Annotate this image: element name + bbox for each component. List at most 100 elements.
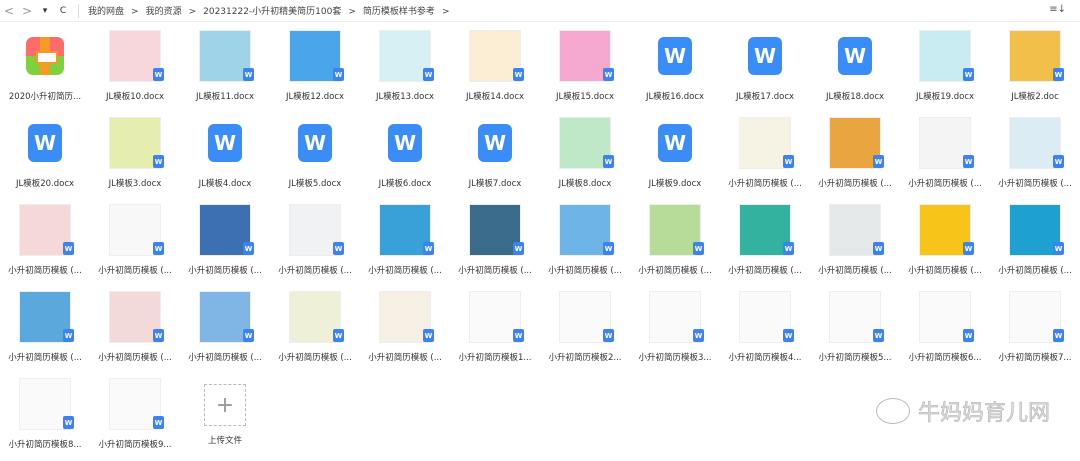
file-name: 小升初简历模板2...	[548, 353, 622, 363]
word-badge-icon: W	[963, 329, 974, 342]
forward-button[interactable]: >	[18, 4, 36, 18]
file-item[interactable]: W JL模板17.docx	[720, 26, 810, 113]
file-item[interactable]: W JL模板15.docx	[540, 26, 630, 113]
file-item[interactable]: W 小升初简历模板 (...	[630, 200, 720, 287]
file-icon: W	[649, 30, 701, 82]
breadcrumb-item[interactable]: 我的资源	[143, 7, 185, 17]
file-name: 小升初简历模板 (...	[188, 353, 262, 363]
file-item[interactable]: W JL模板10.docx	[90, 26, 180, 113]
breadcrumb-item[interactable]: 我的网盘	[85, 7, 127, 17]
file-name: 小升初简历模板 (...	[368, 353, 442, 363]
file-name: 2020小升初简历...	[8, 92, 82, 102]
file-name: JL模板11.docx	[195, 92, 255, 102]
file-item[interactable]: W 小升初简历模板 (...	[720, 113, 810, 200]
file-item[interactable]: W JL模板7.docx	[450, 113, 540, 200]
back-button[interactable]: <	[0, 4, 18, 18]
file-item[interactable]: W JL模板4.docx	[180, 113, 270, 200]
file-name: 小升初简历模板 (...	[278, 266, 352, 276]
file-item[interactable]: W 小升初简历模板 (...	[540, 200, 630, 287]
file-item[interactable]: W 小升初简历模板 (...	[990, 113, 1080, 200]
file-name: 小升初简历模板 (...	[638, 266, 712, 276]
word-badge-icon: W	[873, 242, 884, 255]
file-name: JL模板19.docx	[915, 92, 975, 102]
file-item[interactable]: W 小升初简历模板 (...	[90, 287, 180, 374]
file-thumbnail: W	[469, 204, 524, 256]
file-item[interactable]: W JL模板2.doc	[990, 26, 1080, 113]
breadcrumb: 我的网盘 > 我的资源 >20231222-小升初精美简历100套 > 简历模板样书参考 >	[85, 4, 453, 17]
file-item[interactable]: W 小升初简历模板 (...	[810, 200, 900, 287]
file-thumbnail: W	[1009, 117, 1064, 169]
sort-icon[interactable]: ≡↓	[1049, 4, 1066, 15]
word-badge-icon: W	[243, 329, 254, 342]
file-item[interactable]: W JL模板12.docx	[270, 26, 360, 113]
breadcrumb-item[interactable]: 简历模板样书参考	[360, 7, 438, 17]
file-item[interactable]: W 小升初简历模板6...	[900, 287, 990, 374]
file-thumbnail: W	[919, 204, 974, 256]
file-item[interactable]: W 小升初简历模板1...	[450, 287, 540, 374]
breadcrumb-item[interactable]: 20231222-小升初精美简历100套	[200, 7, 344, 17]
file-item[interactable]: W JL模板9.docx	[630, 113, 720, 200]
file-item[interactable]: W 小升初简历模板 (...	[0, 287, 90, 374]
history-dropdown-icon[interactable]: ▾	[36, 6, 54, 16]
word-badge-icon: W	[1053, 242, 1064, 255]
file-item[interactable]: W JL模板5.docx	[270, 113, 360, 200]
refresh-icon[interactable]: C	[54, 6, 72, 16]
word-badge-icon: W	[153, 416, 164, 429]
file-item[interactable]: W JL模板16.docx	[630, 26, 720, 113]
file-thumbnail: W	[1009, 291, 1064, 343]
file-item[interactable]: W 小升初简历模板 (...	[900, 113, 990, 200]
file-item[interactable]: W 小升初简历模板 (...	[180, 200, 270, 287]
file-item[interactable]: W 小升初简历模板 (...	[720, 200, 810, 287]
file-name: JL模板20.docx	[15, 179, 75, 189]
file-item[interactable]: W 小升初简历模板 (...	[810, 113, 900, 200]
file-item[interactable]: W 小升初简历模板9...	[90, 374, 180, 461]
file-item[interactable]: 2020小升初简历...	[0, 26, 90, 113]
word-badge-icon: W	[153, 155, 164, 168]
file-item[interactable]: W 小升初简历模板 (...	[270, 200, 360, 287]
file-item[interactable]: W 小升初简历模板 (...	[360, 287, 450, 374]
file-item[interactable]: W 小升初简历模板 (...	[180, 287, 270, 374]
file-item[interactable]: W 小升初简历模板5...	[810, 287, 900, 374]
file-item[interactable]: W JL模板3.docx	[90, 113, 180, 200]
file-name: 小升初简历模板3...	[638, 353, 712, 363]
file-thumbnail: W	[1009, 204, 1064, 256]
file-item[interactable]: W 小升初简历模板 (...	[360, 200, 450, 287]
file-name: JL模板8.docx	[558, 179, 612, 189]
file-item[interactable]: W JL模板13.docx	[360, 26, 450, 113]
file-item[interactable]: W JL模板20.docx	[0, 113, 90, 200]
file-item[interactable]: W 小升初简历模板 (...	[270, 287, 360, 374]
file-item[interactable]: W JL模板8.docx	[540, 113, 630, 200]
file-item[interactable]: W JL模板18.docx	[810, 26, 900, 113]
word-badge-icon: W	[783, 155, 794, 168]
file-item[interactable]: W 小升初简历模板 (...	[0, 200, 90, 287]
file-name: 小升初简历模板 (...	[908, 266, 982, 276]
word-badge-icon: W	[1053, 68, 1064, 81]
file-item[interactable]: W 小升初简历模板4...	[720, 287, 810, 374]
word-badge-icon: W	[693, 329, 704, 342]
file-item[interactable]: W JL模板19.docx	[900, 26, 990, 113]
file-name: 小升初简历模板5...	[818, 353, 892, 363]
file-item[interactable]: W JL模板11.docx	[180, 26, 270, 113]
file-item[interactable]: W JL模板14.docx	[450, 26, 540, 113]
chevron-right-icon: >	[441, 7, 450, 17]
file-item[interactable]: W 小升初简历模板8...	[0, 374, 90, 461]
file-item[interactable]: W 小升初简历模板7...	[990, 287, 1080, 374]
upload-file-button[interactable]: + 上传文件	[180, 374, 270, 461]
file-name: 上传文件	[207, 436, 242, 446]
word-badge-icon: W	[963, 155, 974, 168]
file-item[interactable]: W 小升初简历模板 (...	[990, 200, 1080, 287]
word-badge-icon: W	[153, 68, 164, 81]
file-item[interactable]: W 小升初简历模板3...	[630, 287, 720, 374]
chevron-right-icon: >	[131, 7, 139, 17]
file-icon: W	[199, 117, 251, 169]
file-thumbnail: W	[109, 204, 164, 256]
file-thumbnail: W	[919, 30, 974, 82]
file-item[interactable]: W 小升初简历模板 (...	[90, 200, 180, 287]
file-item[interactable]: W 小升初简历模板 (...	[900, 200, 990, 287]
watermark: 牛妈妈育儿网	[875, 395, 1050, 427]
file-item[interactable]: W JL模板6.docx	[360, 113, 450, 200]
file-name: JL模板2.doc	[1011, 92, 1059, 102]
file-item[interactable]: W 小升初简历模板2...	[540, 287, 630, 374]
file-name: 小升初简历模板 (...	[458, 266, 532, 276]
file-item[interactable]: W 小升初简历模板 (...	[450, 200, 540, 287]
